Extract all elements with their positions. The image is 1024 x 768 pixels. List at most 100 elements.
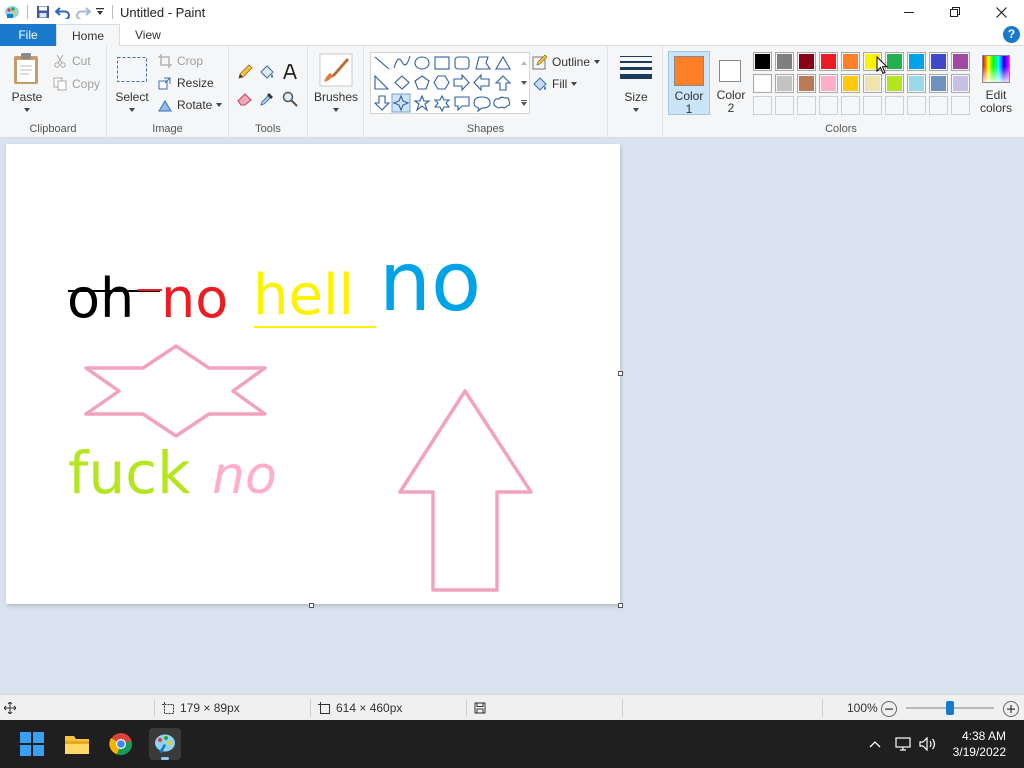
- brushes-button[interactable]: Brushes: [312, 52, 360, 114]
- palette-swatch[interactable]: [885, 74, 904, 93]
- copy-button[interactable]: Copy: [52, 74, 100, 94]
- palette-custom-slot[interactable]: [907, 96, 926, 115]
- size-button[interactable]: Size: [616, 52, 656, 114]
- paste-button[interactable]: Paste: [8, 52, 46, 114]
- palette-swatch[interactable]: [819, 52, 838, 71]
- palette-swatch[interactable]: [797, 52, 816, 71]
- palette-swatch[interactable]: [929, 74, 948, 93]
- palette-swatch[interactable]: [907, 52, 926, 71]
- palette-custom-slot[interactable]: [775, 96, 794, 115]
- palette-swatch[interactable]: [863, 74, 882, 93]
- file-explorer-button[interactable]: [61, 728, 93, 760]
- zoom-out-button[interactable]: [881, 701, 897, 717]
- palette-custom-slot[interactable]: [951, 96, 970, 115]
- palette-custom-slot[interactable]: [841, 96, 860, 115]
- palette-swatch[interactable]: [841, 52, 860, 71]
- palette-swatch[interactable]: [753, 52, 772, 71]
- drawing-canvas[interactable]: oh no hell no fuck no: [6, 144, 620, 604]
- four-point-star-shape-icon[interactable]: [391, 93, 411, 113]
- down-arrow-shape-icon[interactable]: [373, 95, 391, 111]
- line-shape-icon[interactable]: [374, 56, 390, 70]
- redo-icon[interactable]: [73, 2, 93, 22]
- paint-taskbar-button[interactable]: [149, 728, 181, 760]
- customize-quick-access-icon[interactable]: [93, 2, 107, 22]
- oval-shape-icon[interactable]: [414, 56, 430, 70]
- start-button[interactable]: [16, 728, 48, 760]
- six-point-star-shape-icon[interactable]: [433, 94, 451, 113]
- right-arrow-shape-icon[interactable]: [453, 73, 470, 92]
- resize-handle-right[interactable]: [618, 371, 623, 376]
- fill-tool[interactable]: [257, 62, 277, 82]
- rectangle-shape-icon[interactable]: [434, 56, 450, 70]
- hexagon-shape-icon[interactable]: [433, 75, 450, 90]
- magnifier-tool[interactable]: [280, 89, 300, 109]
- palette-custom-slot[interactable]: [929, 96, 948, 115]
- palette-swatch[interactable]: [797, 74, 816, 93]
- undo-icon[interactable]: [53, 2, 73, 22]
- polygon-shape-icon[interactable]: [475, 56, 492, 70]
- palette-swatch[interactable]: [951, 74, 970, 93]
- color1-button[interactable]: Color 1: [668, 51, 710, 116]
- up-arrow-shape-icon[interactable]: [494, 75, 512, 91]
- eraser-tool[interactable]: [235, 89, 255, 109]
- left-arrow-shape-icon[interactable]: [473, 73, 490, 92]
- palette-swatch[interactable]: [907, 74, 926, 93]
- resize-handle-corner[interactable]: [618, 603, 623, 608]
- taskbar-clock[interactable]: 4:38 AM 3/19/2022: [953, 728, 1006, 760]
- palette-custom-slot[interactable]: [863, 96, 882, 115]
- palette-custom-slot[interactable]: [753, 96, 772, 115]
- cut-button[interactable]: Cut: [52, 51, 91, 71]
- select-button[interactable]: Select: [114, 52, 150, 114]
- palette-swatch[interactable]: [951, 52, 970, 71]
- color2-button[interactable]: Color 2: [712, 51, 750, 115]
- color-picker-tool[interactable]: [257, 89, 277, 109]
- rectangular-callout-shape-icon[interactable]: [454, 96, 470, 112]
- minimize-button[interactable]: [886, 0, 932, 24]
- palette-swatch[interactable]: [753, 74, 772, 93]
- palette-swatch[interactable]: [819, 74, 838, 93]
- pentagon-shape-icon[interactable]: [414, 75, 430, 90]
- zoom-in-button[interactable]: [1003, 701, 1019, 717]
- right-triangle-shape-icon[interactable]: [374, 74, 390, 90]
- close-button[interactable]: [978, 0, 1024, 24]
- five-point-star-shape-icon[interactable]: [413, 94, 431, 112]
- paint-app-icon[interactable]: [2, 2, 22, 22]
- help-button[interactable]: ?: [1003, 26, 1020, 43]
- volume-button[interactable]: [918, 734, 938, 754]
- palette-swatch[interactable]: [841, 74, 860, 93]
- pencil-tool[interactable]: [235, 62, 255, 82]
- fill-button[interactable]: Fill: [532, 74, 578, 94]
- tab-file[interactable]: File: [0, 24, 56, 46]
- palette-custom-slot[interactable]: [819, 96, 838, 115]
- resize-button[interactable]: Resize: [157, 73, 214, 93]
- zoom-slider[interactable]: [906, 701, 994, 715]
- rounded-rectangle-shape-icon[interactable]: [454, 56, 470, 70]
- save-icon[interactable]: [33, 2, 53, 22]
- tab-home[interactable]: Home: [56, 24, 121, 47]
- zoom-slider-thumb[interactable]: [946, 701, 954, 715]
- restore-button[interactable]: [932, 0, 978, 24]
- chrome-button[interactable]: [105, 728, 137, 760]
- shapes-scroll-up[interactable]: [518, 53, 529, 73]
- resize-handle-bottom[interactable]: [309, 603, 314, 608]
- outline-button[interactable]: Outline: [532, 52, 601, 72]
- triangle-shape-icon[interactable]: [495, 55, 511, 70]
- edit-colors-button[interactable]: Edit colors: [974, 51, 1018, 115]
- cloud-callout-shape-icon[interactable]: [493, 96, 511, 109]
- shapes-scroll-down[interactable]: [518, 73, 529, 93]
- crop-button[interactable]: Crop: [157, 51, 203, 71]
- tab-view[interactable]: View: [120, 24, 176, 46]
- rotate-button[interactable]: Rotate: [157, 95, 223, 115]
- palette-swatch[interactable]: [929, 52, 948, 71]
- text-tool[interactable]: [280, 62, 300, 82]
- network-button[interactable]: [893, 734, 913, 754]
- oval-callout-shape-icon[interactable]: [473, 96, 491, 113]
- curve-shape-icon[interactable]: [393, 55, 411, 69]
- palette-custom-slot[interactable]: [885, 96, 904, 115]
- show-hidden-icons-button[interactable]: [867, 736, 883, 752]
- palette-swatch[interactable]: [775, 74, 794, 93]
- palette-swatch[interactable]: [775, 52, 794, 71]
- diamond-shape-icon[interactable]: [394, 75, 410, 90]
- palette-custom-slot[interactable]: [797, 96, 816, 115]
- shapes-expand[interactable]: [518, 93, 529, 113]
